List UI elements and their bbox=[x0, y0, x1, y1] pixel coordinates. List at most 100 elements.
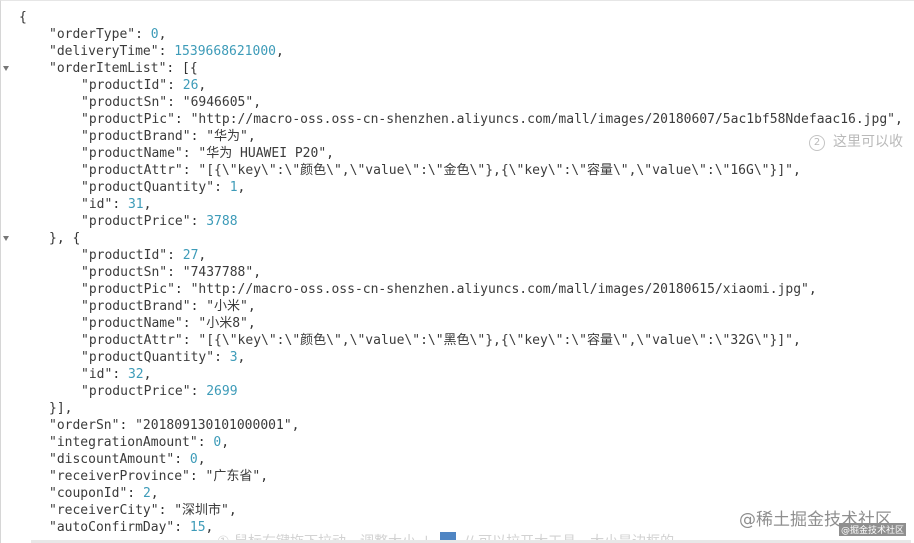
code-line: "orderType": 0, bbox=[19, 26, 914, 43]
code-area[interactable]: {"orderType": 0, "deliveryTime": 15396686… bbox=[19, 9, 914, 536]
json-number: 1539668621000 bbox=[174, 44, 276, 59]
json-number: 0 bbox=[189, 452, 198, 467]
json-punct: , bbox=[205, 520, 214, 535]
json-punct: : bbox=[182, 333, 199, 348]
json-key: "integrationAmount" bbox=[49, 435, 198, 450]
json-string: "[{\"key\":\"颜色\",\"value\":\"黑色\"},{\"k… bbox=[198, 333, 793, 348]
json-key: "productBrand" bbox=[81, 299, 191, 314]
code-line: "productId": 26, bbox=[19, 77, 914, 94]
json-punct: : bbox=[167, 248, 183, 263]
json-key: "productSn" bbox=[81, 265, 168, 280]
json-key: "productName" bbox=[81, 316, 183, 331]
json-key: "id" bbox=[81, 197, 113, 212]
json-punct: : bbox=[174, 112, 191, 127]
json-key: "orderType" bbox=[49, 27, 136, 42]
json-key: "receiverCity" bbox=[49, 503, 159, 518]
code-line: "receiverProvince": "广东省", bbox=[19, 468, 914, 485]
code-line: "productPic": "http://macro-oss.oss-cn-s… bbox=[19, 281, 914, 298]
code-line: "productName": "华为 HUAWEI P20", bbox=[19, 145, 914, 162]
json-punct: , bbox=[198, 78, 207, 93]
code-line: }], bbox=[19, 400, 914, 417]
json-punct: , bbox=[260, 469, 269, 484]
json-key: "productSn" bbox=[81, 95, 168, 110]
json-punct: , bbox=[792, 163, 801, 178]
json-key: "discountAmount" bbox=[49, 452, 175, 467]
fold-gutter bbox=[1, 1, 15, 543]
json-punct: : bbox=[190, 299, 207, 314]
json-string: "6946605" bbox=[182, 95, 254, 110]
json-punct: , bbox=[198, 248, 207, 263]
json-string: "小米" bbox=[206, 299, 248, 314]
json-key: "orderItemList" bbox=[49, 61, 167, 76]
code-line: "deliveryTime": 1539668621000, bbox=[19, 43, 914, 60]
json-string: "201809130101000001" bbox=[135, 418, 292, 433]
json-punct: , bbox=[237, 180, 246, 195]
json-punct: : bbox=[167, 78, 183, 93]
json-punct: : bbox=[214, 350, 230, 365]
json-punct: : bbox=[112, 197, 128, 212]
json-punct: : bbox=[190, 129, 207, 144]
json-key: "autoConfirmDay" bbox=[49, 520, 175, 535]
json-key: "receiverProvince" bbox=[49, 469, 190, 484]
code-line: "id": 32, bbox=[19, 366, 914, 383]
code-line: "couponId": 2, bbox=[19, 485, 914, 502]
json-key: "productPic" bbox=[81, 282, 175, 297]
json-key: "productPrice" bbox=[81, 214, 191, 229]
code-line: "orderSn": "201809130101000001", bbox=[19, 417, 914, 434]
json-number: 27 bbox=[182, 248, 199, 263]
watermark-small: @掘金技术社区 bbox=[839, 523, 907, 536]
json-punct: , bbox=[221, 435, 230, 450]
json-punct: , bbox=[237, 350, 246, 365]
code-line: "discountAmount": 0, bbox=[19, 451, 914, 468]
json-number: 0 bbox=[150, 27, 159, 42]
fold-toggle-icon[interactable] bbox=[3, 66, 9, 71]
json-key: "productAttr" bbox=[81, 163, 183, 178]
code-line: { bbox=[19, 9, 914, 26]
collapse-hint: 2 这里可以收 bbox=[809, 131, 903, 151]
json-key: "productPic" bbox=[81, 112, 175, 127]
json-punct: : bbox=[190, 384, 207, 399]
code-line: "productPrice": 2699 bbox=[19, 383, 914, 400]
json-punct: , bbox=[253, 95, 262, 110]
json-punct: : bbox=[182, 163, 199, 178]
json-punct: : [{ bbox=[166, 61, 198, 76]
json-key: "id" bbox=[81, 367, 113, 382]
json-number: 2 bbox=[142, 486, 151, 501]
json-number: 15 bbox=[189, 520, 206, 535]
json-punct: : bbox=[189, 469, 206, 484]
json-punct: : bbox=[182, 146, 199, 161]
json-key: "deliveryTime" bbox=[49, 44, 159, 59]
json-string: "7437788" bbox=[182, 265, 254, 280]
json-string: "[{\"key\":\"颜色\",\"value\":\"金色\"},{\"k… bbox=[198, 163, 793, 178]
json-string: "http://macro-oss.oss-cn-shenzhen.aliyun… bbox=[190, 112, 895, 127]
code-line: "productName": "小米8", bbox=[19, 315, 914, 332]
json-number: 3788 bbox=[206, 214, 238, 229]
json-punct: , bbox=[228, 503, 237, 518]
code-line: }, { bbox=[19, 230, 914, 247]
json-punct: : bbox=[174, 282, 191, 297]
json-editor[interactable]: {"orderType": 0, "deliveryTime": 15396686… bbox=[0, 0, 914, 543]
code-line: "productQuantity": 1, bbox=[19, 179, 914, 196]
code-line: "integrationAmount": 0, bbox=[19, 434, 914, 451]
json-punct: , bbox=[894, 112, 903, 127]
json-punct: , bbox=[247, 316, 256, 331]
json-key: "productQuantity" bbox=[81, 350, 215, 365]
json-number: 1 bbox=[229, 180, 238, 195]
json-punct: , bbox=[275, 44, 284, 59]
json-punct: : bbox=[158, 503, 175, 518]
json-punct: , bbox=[143, 367, 152, 382]
json-punct: : bbox=[119, 418, 136, 433]
json-punct: , bbox=[150, 486, 159, 501]
json-punct: : bbox=[174, 520, 190, 535]
json-punct: : bbox=[167, 95, 183, 110]
json-punct: , bbox=[197, 452, 206, 467]
json-punct: , bbox=[291, 418, 300, 433]
code-line: "orderItemList": [{ bbox=[19, 60, 914, 77]
json-number: 2699 bbox=[206, 384, 238, 399]
fold-toggle-icon[interactable] bbox=[3, 236, 9, 241]
json-punct: , bbox=[143, 197, 152, 212]
json-string: "深圳市" bbox=[174, 503, 229, 518]
json-string: "华为 HUAWEI P20" bbox=[198, 146, 327, 161]
json-number: 32 bbox=[127, 367, 144, 382]
json-punct: , bbox=[247, 299, 256, 314]
